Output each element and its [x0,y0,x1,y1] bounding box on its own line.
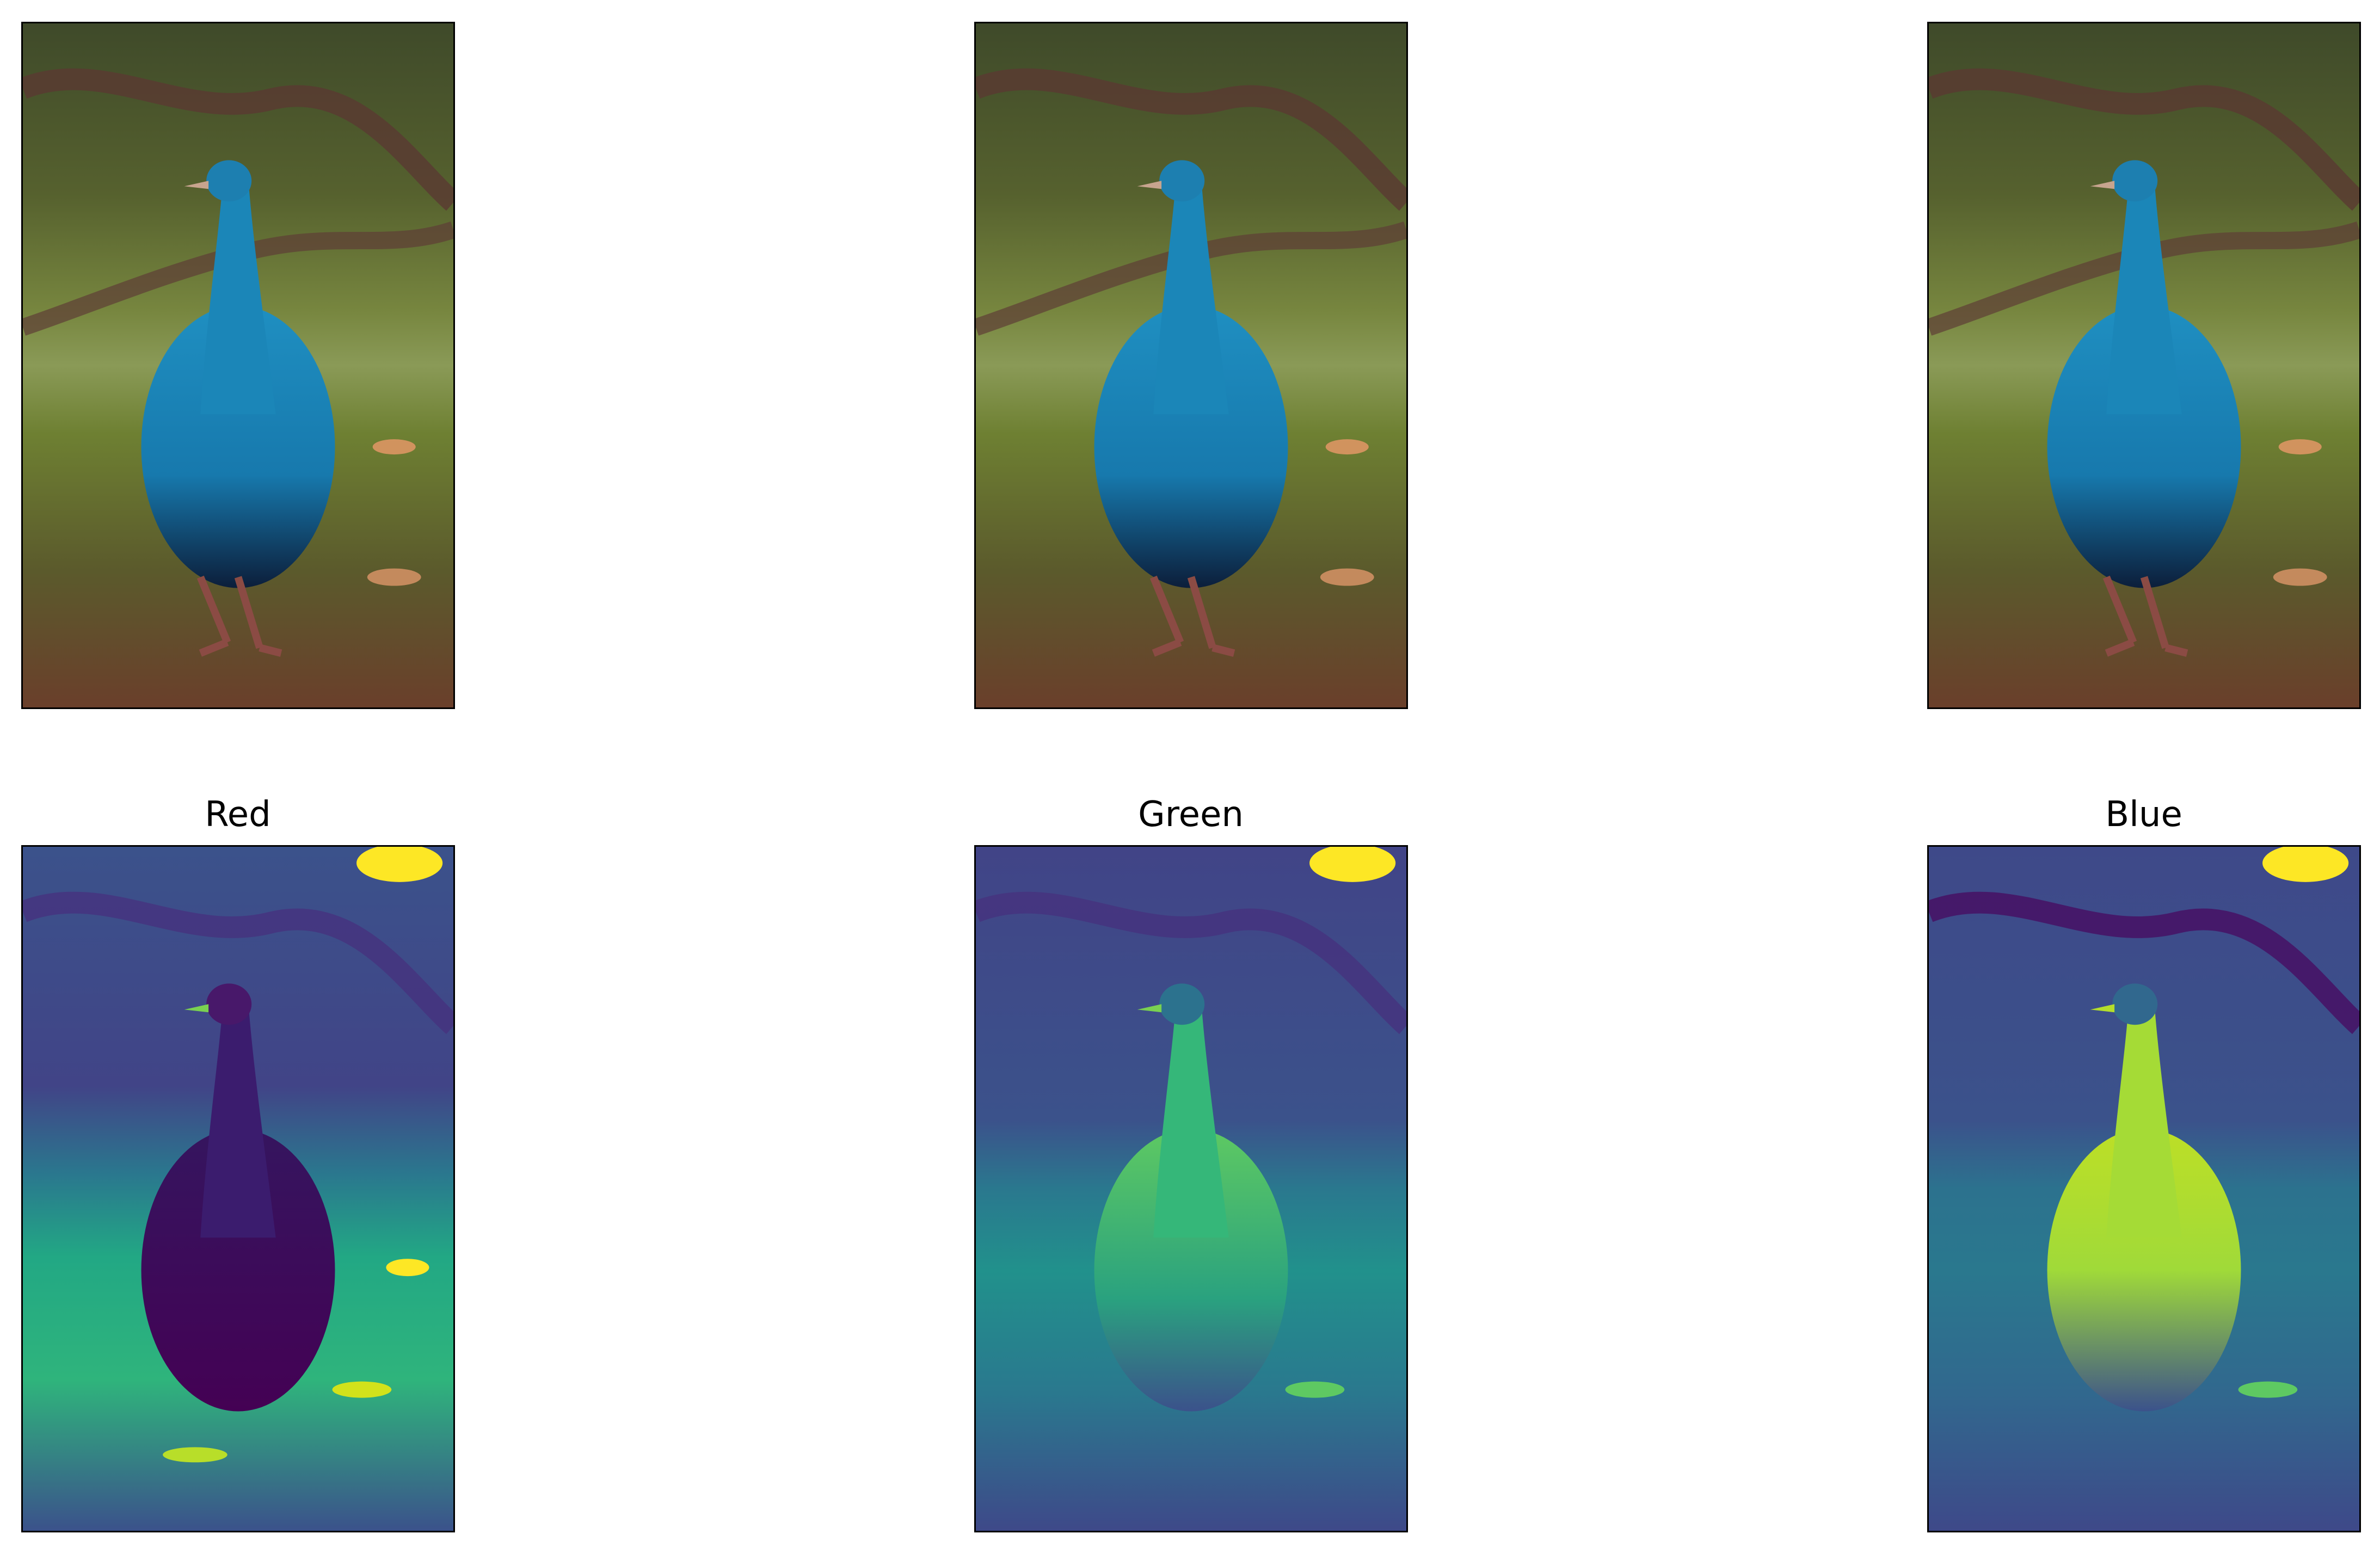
green-channel-title: Green [1138,795,1244,835]
red-channel-panel [21,845,455,1532]
blue-channel-image [1929,847,2359,1531]
green-channel-image [976,847,1406,1531]
blue-channel-title: Blue [2105,795,2182,835]
photo-panel-2 [974,22,1408,709]
photo-panel-3 [1927,22,2361,709]
peacock-photo [23,23,453,707]
photo-panel-1 [21,22,455,709]
blue-channel-panel [1927,845,2361,1532]
red-channel-title: Red [205,795,271,835]
red-channel-image [23,847,453,1531]
peacock-photo [1929,23,2359,707]
green-channel-panel [974,845,1408,1532]
peacock-photo [976,23,1406,707]
